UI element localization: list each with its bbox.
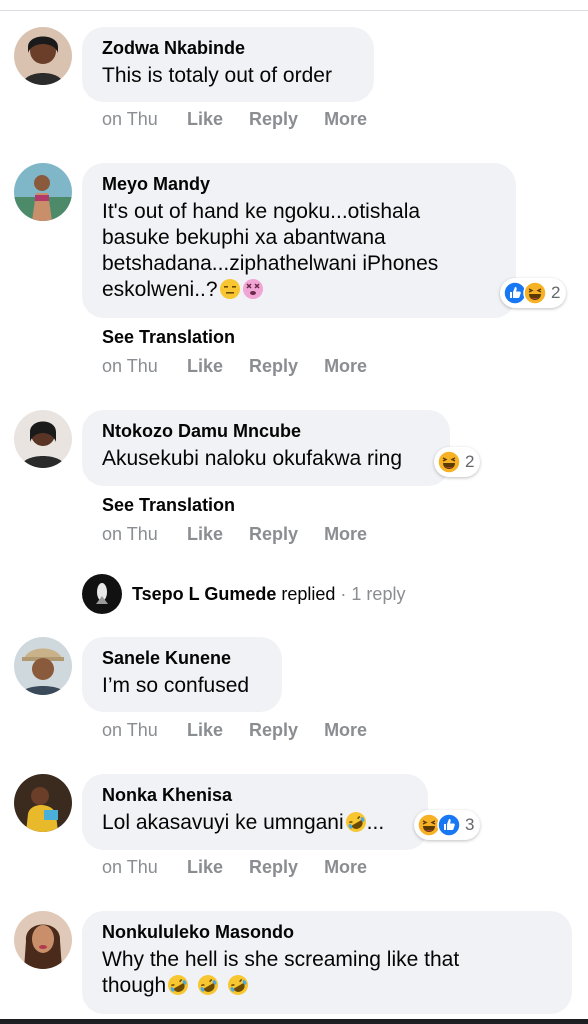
comment-line-text: Lol akasavuyi ke umngani	[102, 811, 344, 834]
reply-button[interactable]: Reply	[249, 524, 298, 545]
haha-reaction-icon	[437, 450, 461, 474]
rolling-laughing-face-icon	[345, 811, 367, 833]
comment-line-text: though	[102, 974, 167, 997]
comment-time[interactable]: on Thu	[102, 109, 187, 130]
comment-line: basuke bekuphi xa abantwana	[102, 226, 386, 249]
text-ellipsis: ...	[366, 811, 385, 834]
comment-actions: on Thu Like Reply More	[102, 720, 393, 741]
comment-text: Why the hell is she screaming like that …	[102, 947, 552, 999]
commenter-name[interactable]: Nonkululeko Masondo	[102, 921, 552, 943]
haha-reaction-icon	[523, 281, 547, 305]
comment-bubble[interactable]: Zodwa Nkabinde This is totaly out of ord…	[82, 27, 374, 102]
replier-name[interactable]: Tsepo L Gumede	[132, 584, 276, 605]
comment-text: Lol akasavuyi ke umngani...	[102, 810, 408, 836]
avatar[interactable]	[14, 27, 72, 85]
rolling-laughing-face-icon	[227, 974, 249, 996]
comment-text: I’m so confused	[102, 674, 250, 697]
commenter-name[interactable]: Meyo Mandy	[102, 173, 496, 195]
view-replies-link[interactable]: Tsepo L Gumede replied · 1 reply	[82, 574, 405, 614]
more-button[interactable]: More	[324, 109, 367, 130]
avatar[interactable]	[14, 911, 72, 969]
more-button[interactable]: More	[324, 720, 367, 741]
comment-bubble[interactable]: Meyo Mandy It's out of hand ke ngoku...o…	[82, 163, 516, 318]
comment-line: It's out of hand ke ngoku...otishala	[102, 200, 421, 223]
replied-label: replied	[281, 583, 336, 604]
reaction-count: 3	[465, 815, 475, 834]
commenter-name[interactable]: Sanele Kunene	[102, 647, 262, 669]
like-reaction-icon	[437, 813, 461, 837]
like-button[interactable]: Like	[187, 720, 223, 741]
reaction-count: 2	[551, 283, 561, 302]
like-button[interactable]: Like	[187, 857, 223, 878]
like-button[interactable]: Like	[187, 524, 223, 545]
like-button[interactable]: Like	[187, 109, 223, 130]
reply-count[interactable]: 1 reply	[351, 584, 405, 605]
comment-bubble[interactable]: Nonkululeko Masondo Why the hell is she …	[82, 911, 572, 1014]
comment-actions: on Thu Like Reply More	[102, 857, 393, 878]
rolling-laughing-face-icon	[197, 974, 219, 996]
reaction-summary[interactable]: 3	[414, 810, 481, 840]
more-button[interactable]: More	[324, 356, 367, 377]
avatar[interactable]	[14, 774, 72, 832]
dizzy-face-icon	[242, 278, 264, 300]
system-nav-bar	[0, 1019, 588, 1024]
comment-text: Akusekubi naloku okufakwa ring	[102, 447, 403, 470]
rolling-laughing-face-icon	[167, 974, 189, 996]
reaction-summary[interactable]: 2	[434, 447, 481, 477]
reply-button[interactable]: Reply	[249, 857, 298, 878]
reply-button[interactable]: Reply	[249, 720, 298, 741]
more-button[interactable]: More	[324, 857, 367, 878]
reaction-count: 2	[465, 452, 475, 471]
comment-actions: on Thu Like Reply More	[102, 356, 393, 377]
comment-line-text: eskolweni..?	[102, 278, 218, 301]
commenter-name[interactable]: Nonka Khenisa	[102, 784, 408, 806]
comment-time[interactable]: on Thu	[102, 857, 187, 878]
comment-line: Why the hell is she screaming like that	[102, 948, 460, 971]
comment-line: though	[102, 973, 552, 999]
avatar[interactable]	[14, 163, 72, 221]
commenter-name[interactable]: Ntokozo Damu Mncube	[102, 420, 430, 442]
see-translation-link[interactable]: See Translation	[102, 327, 235, 348]
comment-actions: on Thu Like Reply More	[102, 109, 393, 130]
comment-bubble[interactable]: Ntokozo Damu Mncube Akusekubi naloku oku…	[82, 410, 450, 486]
comment-actions: on Thu Like Reply More	[102, 524, 393, 545]
expressionless-face-icon	[219, 278, 241, 300]
comment-time[interactable]: on Thu	[102, 524, 187, 545]
comment-text: It's out of hand ke ngoku...otishala bas…	[102, 199, 496, 303]
comment-bubble[interactable]: Sanele Kunene I’m so confused	[82, 637, 282, 712]
avatar[interactable]	[14, 410, 72, 468]
reply-button[interactable]: Reply	[249, 109, 298, 130]
comment-bubble[interactable]: Nonka Khenisa Lol akasavuyi ke umngani..…	[82, 774, 428, 850]
see-translation-link[interactable]: See Translation	[102, 495, 235, 516]
avatar[interactable]	[14, 637, 72, 695]
reaction-summary[interactable]: 2	[500, 278, 567, 308]
separator: ·	[340, 583, 347, 604]
reply-button[interactable]: Reply	[249, 356, 298, 377]
comment-line: betshadana...ziphathelwani iPhones	[102, 252, 439, 275]
avatar	[82, 574, 122, 614]
like-button[interactable]: Like	[187, 356, 223, 377]
comment-text: This is totaly out of order	[102, 64, 332, 87]
comment-time[interactable]: on Thu	[102, 356, 187, 377]
more-button[interactable]: More	[324, 524, 367, 545]
comment-line: eskolweni..?	[102, 277, 496, 303]
comment-time[interactable]: on Thu	[102, 720, 187, 741]
commenter-name[interactable]: Zodwa Nkabinde	[102, 37, 354, 59]
top-divider	[0, 10, 588, 11]
